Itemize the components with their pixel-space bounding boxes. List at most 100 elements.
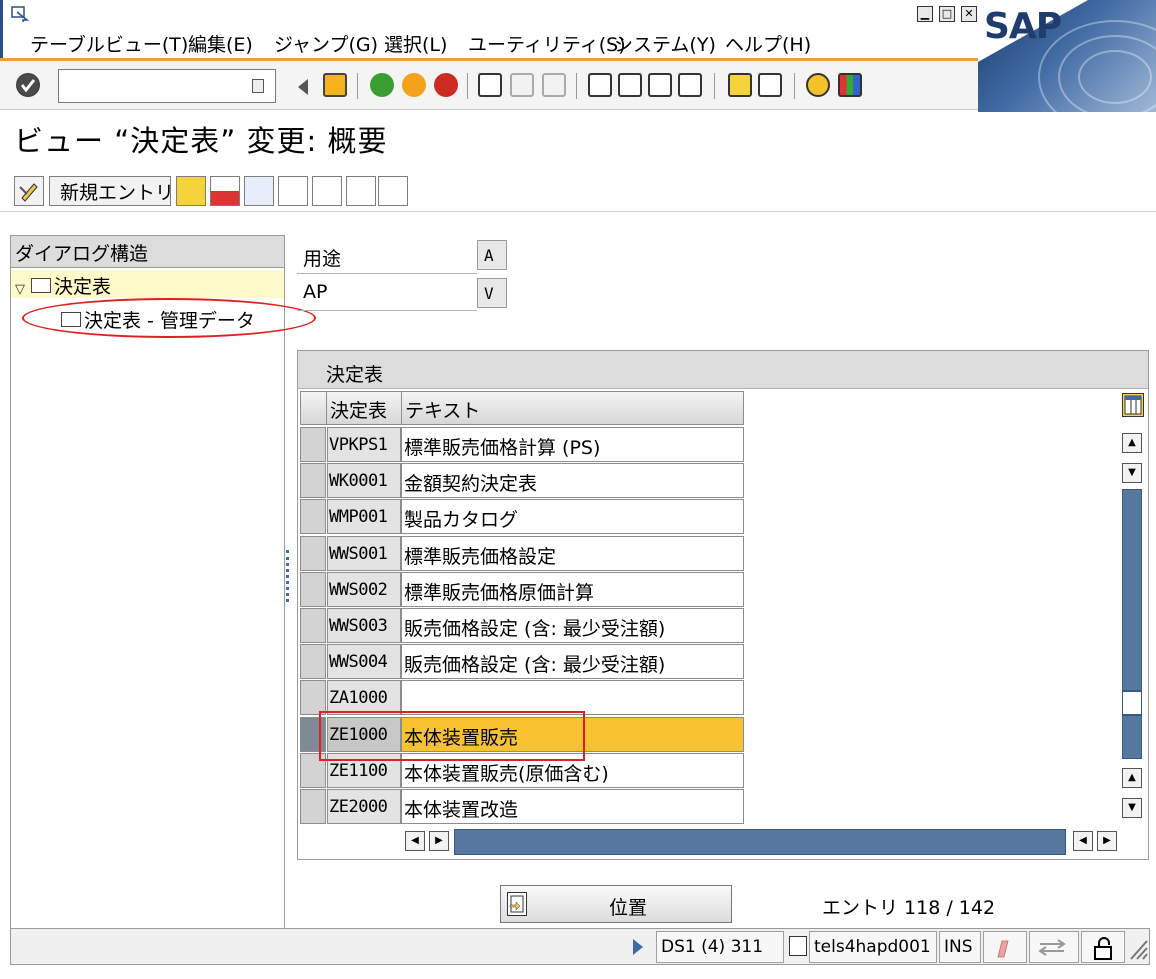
- column-scroll-right-icon[interactable]: ▶: [429, 831, 449, 851]
- cell-decision-table-code[interactable]: WWS001: [327, 535, 401, 571]
- annotation-oval: [22, 298, 316, 338]
- annotation-rectangle: [319, 711, 585, 761]
- select-block-icon[interactable]: [312, 176, 342, 206]
- delete-icon[interactable]: [210, 176, 240, 206]
- row-selector[interactable]: [300, 571, 326, 607]
- server-list-icon[interactable]: [789, 936, 807, 956]
- row-selector[interactable]: [300, 427, 326, 462]
- scroll-right-icon[interactable]: ▶: [1097, 831, 1117, 851]
- row-selector[interactable]: [300, 499, 326, 535]
- table-row[interactable]: WWS003 販売価格設定 (含: 最少受注額): [300, 608, 744, 644]
- column-header-code[interactable]: 決定表: [327, 392, 402, 424]
- window-menu-icon[interactable]: [11, 6, 30, 22]
- row-selector[interactable]: [300, 789, 326, 824]
- status-toggle-icon[interactable]: [633, 939, 643, 955]
- scroll-left-icon[interactable]: ◀: [1073, 831, 1093, 851]
- cell-decision-table-text[interactable]: 標準販売価格計算 (PS): [401, 427, 744, 462]
- cell-decision-table-text[interactable]: 本体装置改造: [401, 789, 744, 824]
- page-up-icon[interactable]: ▲: [1122, 768, 1142, 788]
- back-icon[interactable]: [370, 73, 394, 97]
- exit-icon[interactable]: [402, 73, 426, 97]
- usage-label: 用途: [303, 248, 342, 270]
- select-all-icon[interactable]: [278, 176, 308, 206]
- new-entries-button[interactable]: 新規エントリ: [49, 176, 174, 206]
- maximize-icon[interactable]: □: [939, 6, 955, 22]
- status-error-icon: [983, 931, 1027, 963]
- table-row[interactable]: VPKPS1 標準販売価格計算 (PS): [300, 427, 744, 463]
- panel-splitter[interactable]: [286, 550, 290, 602]
- scroll-up-icon[interactable]: ▲: [1122, 433, 1142, 453]
- table-row[interactable]: WWS004 販売価格設定 (含: 最少受注額): [300, 644, 744, 680]
- menu-table-view[interactable]: テーブルビュー(T): [30, 30, 188, 57]
- row-selector[interactable]: [300, 535, 326, 571]
- menu-help[interactable]: ヘルプ(H): [725, 30, 811, 57]
- enter-check-icon[interactable]: [16, 73, 40, 97]
- previous-page-icon[interactable]: [618, 73, 642, 97]
- menu-edit[interactable]: 編集(E): [188, 30, 253, 57]
- cell-decision-table-code[interactable]: ZE2000: [327, 789, 401, 824]
- layout-settings-icon[interactable]: [838, 73, 862, 97]
- command-field[interactable]: [58, 69, 276, 103]
- table-row[interactable]: WWS002 標準販売価格原価計算: [300, 571, 744, 608]
- table-row[interactable]: ZE2000 本体装置改造: [300, 789, 744, 825]
- vertical-scroll-thumb[interactable]: [1122, 691, 1142, 715]
- system-info[interactable]: DS1 (4) 311: [656, 931, 784, 963]
- cell-decision-table-code[interactable]: WWS002: [327, 571, 401, 607]
- server-name: tels4hapd001: [809, 931, 937, 963]
- copy-as-icon[interactable]: [176, 176, 206, 206]
- first-page-icon[interactable]: [588, 73, 612, 97]
- triangle-left-icon[interactable]: [298, 79, 308, 95]
- cell-decision-table-code[interactable]: WWS003: [327, 608, 401, 643]
- select-all-rows-button[interactable]: [301, 392, 327, 424]
- cell-decision-table-code[interactable]: WWS004: [327, 644, 401, 680]
- row-selector[interactable]: [300, 644, 326, 680]
- position-button[interactable]: 位置: [500, 885, 732, 923]
- display-change-icon[interactable]: [14, 176, 44, 206]
- command-history-icon[interactable]: [252, 79, 264, 93]
- close-icon[interactable]: ✕: [961, 6, 977, 22]
- row-selector[interactable]: [300, 463, 326, 499]
- cell-decision-table-code[interactable]: WK0001: [327, 463, 401, 499]
- vertical-scroll-track[interactable]: [1122, 489, 1142, 691]
- page-down-icon[interactable]: ▼: [1122, 798, 1142, 818]
- cell-decision-table-code[interactable]: VPKPS1: [327, 427, 401, 462]
- menu-jump[interactable]: ジャンプ(G): [274, 30, 378, 57]
- cell-decision-table-text[interactable]: 製品カタログ: [401, 499, 744, 535]
- table-row[interactable]: WK0001 金額契約決定表: [300, 463, 744, 499]
- vertical-scroll-track[interactable]: [1122, 715, 1142, 759]
- decision-table-control: 決定表 決定表 テキスト VPKPS1 標準販売価格計算 (PS) WK0001 金額…: [297, 350, 1149, 860]
- table-row[interactable]: WMP001 製品カタログ: [300, 499, 744, 535]
- menu-utilities[interactable]: ユーティリティ(S): [468, 30, 626, 57]
- cell-decision-table-text[interactable]: 販売価格設定 (含: 最少受注額): [401, 608, 744, 643]
- undo-change-icon[interactable]: [244, 176, 274, 206]
- tree-node-decision-table[interactable]: ▽ 決定表: [11, 270, 284, 298]
- details-icon[interactable]: [378, 176, 408, 206]
- resize-grip-icon[interactable]: [1127, 935, 1149, 961]
- deselect-all-icon[interactable]: [346, 176, 376, 206]
- cell-decision-table-code[interactable]: WMP001: [327, 499, 401, 535]
- shortcut-icon[interactable]: [758, 73, 782, 97]
- new-session-icon[interactable]: [728, 73, 752, 97]
- minimize-icon[interactable]: ▁: [917, 6, 933, 22]
- next-page-icon[interactable]: [648, 73, 672, 97]
- column-header-text[interactable]: テキスト: [402, 392, 743, 424]
- last-page-icon[interactable]: [678, 73, 702, 97]
- cancel-icon[interactable]: [434, 73, 458, 97]
- table-row[interactable]: WWS001 標準販売価格設定: [300, 535, 744, 572]
- cell-decision-table-text[interactable]: 金額契約決定表: [401, 463, 744, 499]
- menu-system[interactable]: システム(Y): [614, 30, 716, 57]
- insert-mode[interactable]: INS: [939, 931, 981, 963]
- horizontal-scroll-track[interactable]: [454, 829, 1066, 855]
- menu-select[interactable]: 選択(L): [384, 30, 447, 57]
- scroll-down-icon[interactable]: ▼: [1122, 463, 1142, 483]
- expand-triangle-icon[interactable]: ▽: [15, 282, 25, 297]
- cell-decision-table-text[interactable]: 標準販売価格原価計算: [401, 571, 744, 607]
- row-selector[interactable]: [300, 608, 326, 643]
- print-icon[interactable]: [478, 73, 502, 97]
- save-icon[interactable]: [323, 73, 347, 97]
- cell-decision-table-text[interactable]: 販売価格設定 (含: 最少受注額): [401, 644, 744, 680]
- column-scroll-left-icon[interactable]: ◀: [405, 831, 425, 851]
- cell-decision-table-text[interactable]: 標準販売価格設定: [401, 535, 744, 571]
- table-settings-icon[interactable]: [1122, 393, 1144, 417]
- help-icon[interactable]: [806, 73, 830, 97]
